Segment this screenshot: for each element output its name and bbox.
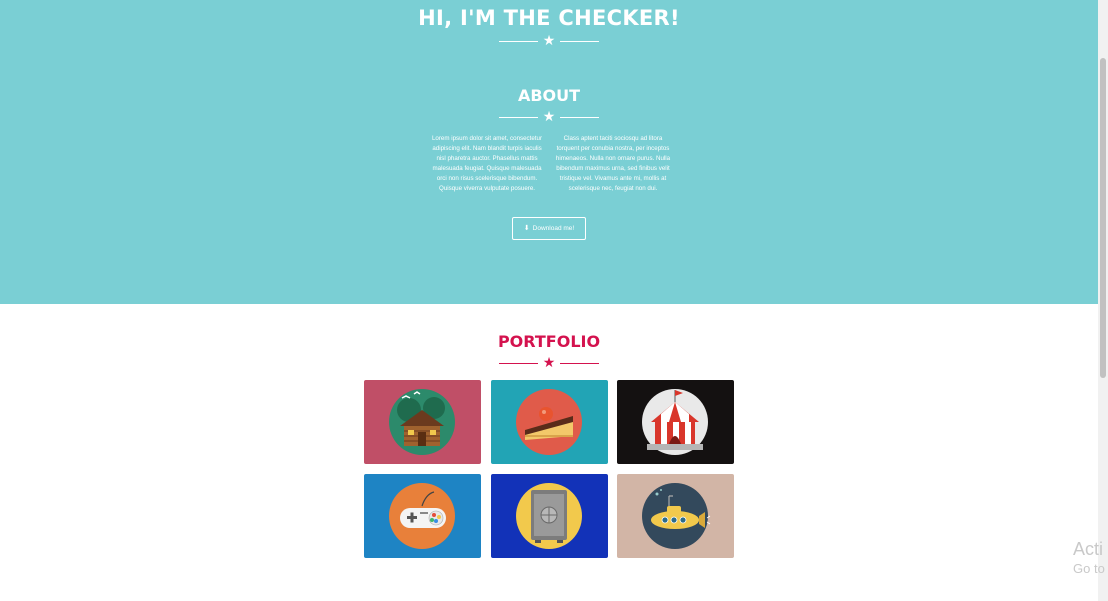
portfolio-item-circus[interactable]: [617, 380, 734, 464]
divider-line: [499, 363, 538, 364]
portfolio-item-game[interactable]: [364, 474, 481, 558]
about-divider: ★: [499, 108, 599, 125]
watermark-line-2: Go to: [1073, 561, 1105, 576]
hero-title: HI, I'M THE CHECKER!: [418, 6, 680, 30]
watermark-line-1: Acti: [1073, 539, 1104, 559]
safe-icon: [516, 483, 582, 549]
download-button[interactable]: ⬇ Download me!: [512, 217, 586, 240]
cake-slice-icon: [516, 389, 582, 455]
divider-line: [499, 117, 538, 118]
hero-section: HI, I'M THE CHECKER! ★ ABOUT ★ Lorem ips…: [0, 0, 1098, 304]
star-icon: ★: [542, 108, 556, 124]
star-icon: ★: [542, 354, 556, 370]
divider-line: [560, 41, 599, 42]
download-label: Download me!: [532, 225, 575, 232]
divider-line: [560, 363, 599, 364]
portfolio-item-submarine[interactable]: [617, 474, 734, 558]
submarine-icon: [642, 483, 711, 549]
download-icon: ⬇: [523, 225, 530, 232]
gamepad-icon: [389, 483, 455, 549]
hero-divider: ★: [499, 32, 599, 49]
log-cabin-icon: [389, 389, 455, 455]
portfolio-item-cake[interactable]: [491, 380, 608, 464]
portfolio-item-safe[interactable]: [491, 474, 608, 558]
divider-line: [499, 41, 538, 42]
about-text-right: Class aptent taciti sociosqu ad litora t…: [555, 135, 671, 192]
page-scrollbar[interactable]: [1098, 0, 1108, 601]
about-title: ABOUT: [517, 86, 581, 105]
scrollbar-thumb[interactable]: [1100, 58, 1106, 378]
windows-activation-watermark: Acti Go to: [1073, 538, 1105, 578]
circus-tent-icon: [642, 389, 708, 455]
about-text-left: Lorem ipsum dolor sit amet, consectetur …: [431, 135, 543, 192]
portfolio-item-cabin[interactable]: [364, 380, 481, 464]
portfolio-divider: ★: [499, 354, 599, 371]
star-icon: ★: [542, 32, 556, 48]
portfolio-title: PORTFOLIO: [497, 332, 601, 351]
divider-line: [560, 117, 599, 118]
